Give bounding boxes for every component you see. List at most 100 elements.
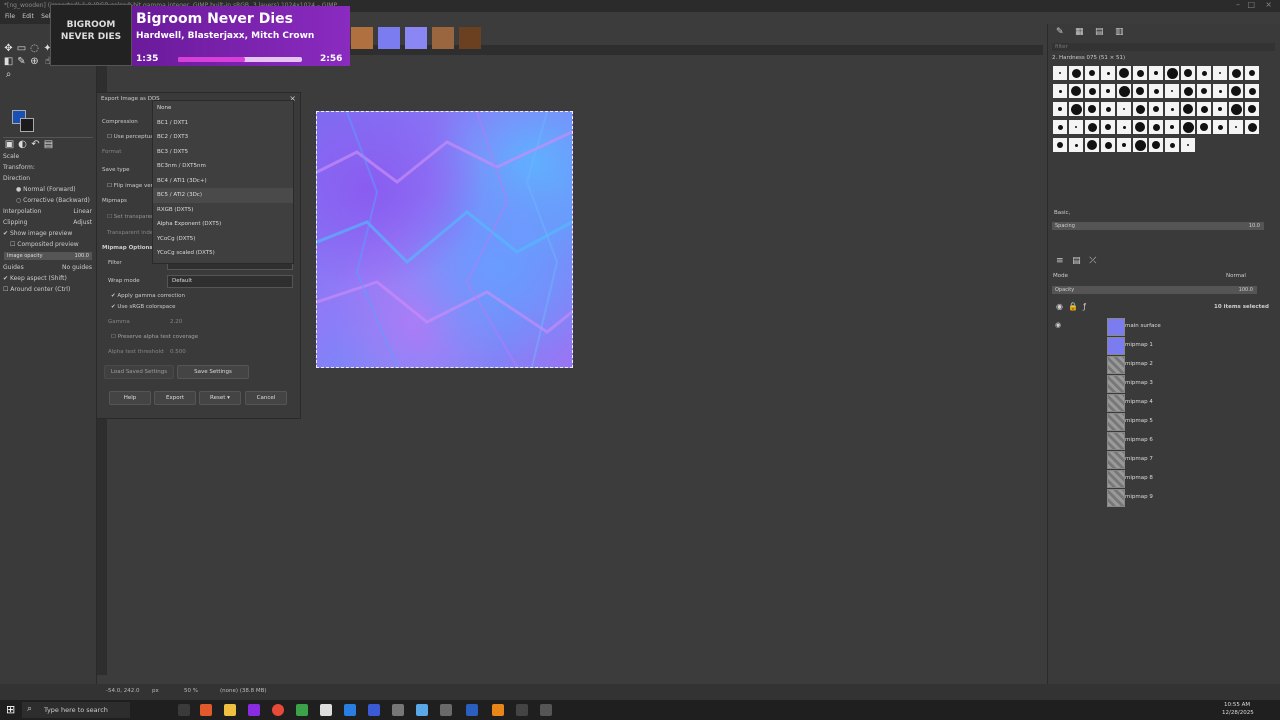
background-color-swatch[interactable]	[20, 118, 34, 132]
brush-swatch[interactable]	[1245, 102, 1259, 116]
brush-swatch[interactable]	[1197, 66, 1211, 80]
layer-row[interactable]: mipmap 4	[1050, 393, 1275, 412]
compression-option[interactable]: YCoCg scaled (DXT5)	[153, 246, 293, 261]
app-icon-10[interactable]	[516, 704, 528, 716]
compression-option[interactable]: BC3 / DXT5	[153, 145, 293, 160]
channels-tab-icon[interactable]: ▤	[1072, 256, 1081, 266]
cancel-button[interactable]: Cancel	[245, 391, 287, 405]
chrome-icon[interactable]	[272, 704, 284, 716]
brush-swatch[interactable]	[1085, 66, 1099, 80]
brush-swatch[interactable]	[1149, 66, 1163, 80]
brush-swatch[interactable]	[1165, 120, 1179, 134]
app-icon-3[interactable]	[296, 704, 308, 716]
brush-swatch[interactable]	[1149, 102, 1163, 116]
alpha-threshold-value[interactable]: 0.500	[170, 349, 186, 355]
reset-button[interactable]: Reset ▾	[199, 391, 241, 405]
brush-swatch[interactable]	[1085, 120, 1099, 134]
menu-edit[interactable]: Edit	[22, 13, 34, 20]
keep-aspect-checkbox[interactable]: ✔ Keep aspect (Shift)	[0, 273, 96, 284]
layer-row[interactable]: mipmap 8	[1050, 469, 1275, 488]
brush-swatch[interactable]	[1213, 84, 1227, 98]
brush-swatch[interactable]	[1069, 138, 1083, 152]
use-srgb-checkbox[interactable]: ✔ Use sRGB colorspace	[111, 304, 176, 310]
brush-filter-input[interactable]: filter	[1052, 43, 1275, 51]
gamma-value[interactable]: 2.20	[170, 319, 182, 325]
brush-swatch[interactable]	[1053, 66, 1067, 80]
maximize-icon[interactable]: □	[1247, 0, 1255, 9]
brush-swatch[interactable]	[1069, 102, 1083, 116]
brush-swatch[interactable]	[1181, 120, 1195, 134]
brush-swatch[interactable]	[1053, 120, 1067, 134]
clipping-select[interactable]: Adjust	[73, 217, 92, 228]
undo-history-icon[interactable]: ↶	[30, 139, 41, 150]
brush-swatch[interactable]	[1245, 66, 1259, 80]
brush-swatch[interactable]	[1181, 102, 1195, 116]
layer-row[interactable]: mipmap 5	[1050, 412, 1275, 431]
image-tab-normal-1[interactable]	[378, 27, 400, 49]
spacing-slider[interactable]: Spacing 10.0	[1052, 222, 1264, 230]
brush-swatch[interactable]	[1213, 102, 1227, 116]
image-tab-wood-2[interactable]	[432, 27, 454, 49]
image-opacity-slider[interactable]: Image opacity 100.0	[4, 252, 92, 260]
interpolation-select[interactable]: Linear	[73, 206, 92, 217]
brush-swatch[interactable]	[1085, 138, 1099, 152]
layer-row[interactable]: main surface ◉	[1050, 317, 1275, 336]
help-button[interactable]: Help	[109, 391, 151, 405]
patterns-tab-icon[interactable]: ▦	[1075, 27, 1084, 37]
brush-swatch[interactable]	[1101, 84, 1115, 98]
around-center-checkbox[interactable]: ☐ Around center (Ctrl)	[0, 284, 96, 295]
brush-swatch[interactable]	[1069, 120, 1083, 134]
brush-swatch[interactable]	[1133, 84, 1147, 98]
image-tab-normal-2[interactable]	[405, 27, 427, 49]
compression-option[interactable]: BC3nm / DXT5nm	[153, 159, 293, 174]
lock-icon[interactable]: 🔒	[1068, 302, 1078, 311]
clock-date[interactable]: 12/28/2025	[1222, 710, 1254, 716]
brush-swatch[interactable]	[1149, 120, 1163, 134]
layer-row[interactable]: mipmap 3	[1050, 374, 1275, 393]
brush-swatch[interactable]	[1213, 120, 1227, 134]
image-tab-wood[interactable]	[351, 27, 373, 49]
brush-swatch[interactable]	[1117, 66, 1131, 80]
brushes-tab-icon[interactable]: ✎	[1056, 27, 1064, 37]
unit-select[interactable]: px	[152, 688, 159, 694]
brush-swatch[interactable]	[1101, 102, 1115, 116]
close-icon[interactable]: ×	[1265, 0, 1272, 9]
clipping-row[interactable]: Clipping Adjust	[0, 217, 96, 228]
windows-start-icon[interactable]: ⊞	[6, 703, 15, 716]
clock-time[interactable]: 10:55 AM	[1224, 702, 1250, 708]
brush-swatch[interactable]	[1197, 84, 1211, 98]
layers-tab-icon[interactable]: ≡	[1056, 256, 1064, 266]
composited-preview-checkbox[interactable]: ☐ Composited preview	[0, 239, 96, 250]
brush-swatch[interactable]	[1165, 84, 1179, 98]
compression-option[interactable]: BC2 / DXT3	[153, 130, 293, 145]
layer-row[interactable]: mipmap 7	[1050, 450, 1275, 469]
brush-swatch[interactable]	[1149, 84, 1163, 98]
flip-image-checkbox[interactable]: ☐ Flip image verti	[107, 183, 157, 189]
brush-swatch[interactable]	[1229, 120, 1243, 134]
mode-select[interactable]: Normal	[1226, 273, 1246, 279]
show-preview-checkbox[interactable]: ✔ Show image preview	[0, 228, 96, 239]
layer-visibility-icon[interactable]: ◉	[1055, 321, 1061, 329]
brush-swatch[interactable]	[1069, 66, 1083, 80]
brush-swatch[interactable]	[1165, 66, 1179, 80]
app-icon-8[interactable]	[466, 704, 478, 716]
device-status-icon[interactable]: ◐	[17, 139, 28, 150]
brush-swatch[interactable]	[1117, 84, 1131, 98]
brush-swatch[interactable]	[1245, 120, 1259, 134]
brush-swatch[interactable]	[1117, 138, 1131, 152]
layer-row[interactable]: mipmap 9	[1050, 488, 1275, 507]
visibility-icon[interactable]: ◉	[1056, 302, 1063, 311]
brush-swatch[interactable]	[1165, 138, 1179, 152]
lasso-tool-icon[interactable]: ◌	[29, 43, 40, 54]
brush-swatch[interactable]	[1133, 138, 1147, 152]
brush-swatch[interactable]	[1181, 138, 1195, 152]
brush-swatch[interactable]	[1133, 102, 1147, 116]
brush-swatch[interactable]	[1197, 120, 1211, 134]
effects-icon[interactable]: ƒ	[1083, 302, 1086, 311]
brush-swatch[interactable]	[1053, 84, 1067, 98]
app-icon-4[interactable]	[320, 704, 332, 716]
interpolation-row[interactable]: Interpolation Linear	[0, 206, 96, 217]
brush-swatch[interactable]	[1133, 66, 1147, 80]
images-icon[interactable]: ▤	[43, 139, 54, 150]
save-settings-button[interactable]: Save Settings	[177, 365, 249, 379]
